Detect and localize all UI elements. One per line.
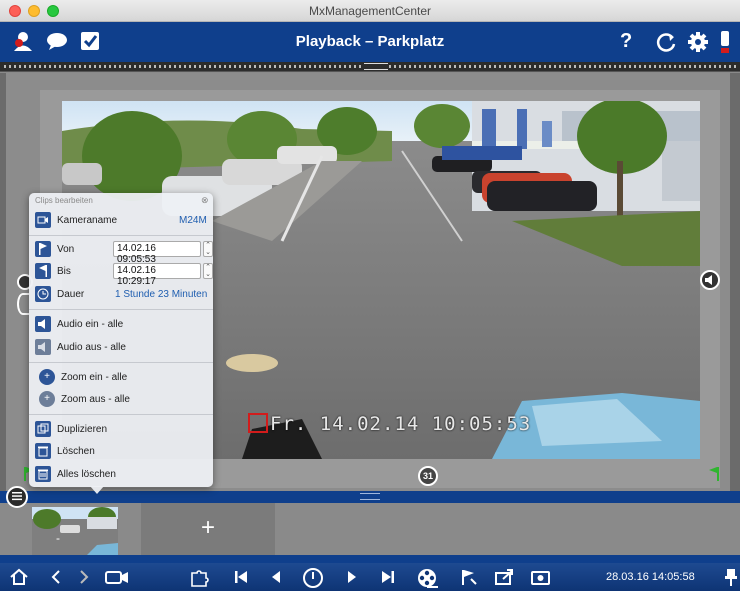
clock-icon xyxy=(35,286,51,302)
right-scrollbar[interactable] xyxy=(730,73,740,491)
divider xyxy=(29,362,213,363)
skip-end-icon[interactable] xyxy=(377,567,399,591)
panel-pointer xyxy=(90,486,104,494)
end-time-label: Bis xyxy=(57,266,71,277)
toolbar-divider xyxy=(0,555,740,563)
duplicate-label: Duplizieren xyxy=(57,424,108,435)
divider xyxy=(29,309,213,310)
start-time-input[interactable]: 14.02.16 09:05:53 xyxy=(113,241,201,265)
left-edge xyxy=(0,73,6,491)
zoom-out-label: Zoom aus - alle xyxy=(61,394,130,405)
alert-icon[interactable] xyxy=(718,30,732,59)
camera-name-label: Kameraname xyxy=(57,215,118,226)
timeline-divider[interactable] xyxy=(0,491,740,503)
thumbnail-label: - xyxy=(56,531,60,545)
zoom-in-label: Zoom ein - alle xyxy=(61,372,128,383)
back-icon[interactable] xyxy=(46,567,68,591)
duration-label: Dauer xyxy=(57,289,85,300)
camera-icon xyxy=(35,212,51,228)
add-clip-button[interactable]: + xyxy=(141,503,275,555)
puzzle-icon[interactable] xyxy=(189,567,211,591)
audio-off-label: Audio aus - alle xyxy=(57,342,126,353)
camera-icon[interactable] xyxy=(104,567,130,591)
film-reel-icon[interactable] xyxy=(416,567,440,591)
step-back-icon[interactable] xyxy=(265,567,287,591)
snapshot-icon[interactable] xyxy=(530,567,552,591)
zoom-in-all-button[interactable]: + Zoom ein - alle xyxy=(39,369,211,387)
recording-indicator xyxy=(248,413,268,433)
duration-row: Dauer 1 Stunde 23 Minuten xyxy=(35,286,211,304)
start-time-stepper[interactable]: ⌃ ⌄ xyxy=(203,241,213,257)
home-icon[interactable] xyxy=(8,567,30,591)
step-forward-icon[interactable] xyxy=(341,567,363,591)
skip-start-icon[interactable] xyxy=(230,567,252,591)
clip-thumbnail[interactable]: - xyxy=(32,507,118,555)
current-time: 28.03.16 14:05:58 xyxy=(606,571,695,583)
app-header: Playback – Parkplatz ? xyxy=(0,22,740,62)
zoom-in-icon: + xyxy=(39,369,55,385)
end-time-stepper[interactable]: ⌃ ⌄ xyxy=(203,263,213,279)
flag-icon[interactable] xyxy=(458,567,480,591)
left-panel-handle[interactable] xyxy=(17,293,29,315)
window-titlebar: MxManagementCenter xyxy=(0,0,740,22)
duplicate-icon xyxy=(35,421,51,437)
speaker-off-icon xyxy=(35,339,51,355)
divider xyxy=(29,414,213,415)
zoom-out-icon: + xyxy=(39,391,55,407)
end-marker-flag-icon[interactable] xyxy=(709,467,719,481)
trash-all-icon xyxy=(35,466,51,482)
end-flag-icon xyxy=(35,263,51,279)
audio-off-all-button[interactable]: Audio aus - alle xyxy=(35,339,211,357)
panel-title: Clips bearbeiten xyxy=(35,196,93,205)
settings-icon[interactable] xyxy=(687,31,709,58)
clip-menu-button[interactable] xyxy=(6,486,28,508)
timeline-grip[interactable] xyxy=(360,493,380,500)
app-window: MxManagementCenter Playback – Parkplatz … xyxy=(0,0,740,591)
speaker-icon[interactable] xyxy=(700,270,720,290)
end-time-row: Bis 14.02.16 10:29:17 ⌃ ⌄ xyxy=(35,263,213,287)
duration-value: 1 Stunde 23 Minuten xyxy=(115,289,208,300)
camera-name-value: M24M xyxy=(179,215,207,226)
pin-icon[interactable] xyxy=(720,567,740,591)
camera-name-row: Kameraname M24M xyxy=(35,212,211,230)
divider xyxy=(29,235,213,236)
end-time-input[interactable]: 14.02.16 10:29:17 xyxy=(113,263,201,287)
ruler-grip[interactable] xyxy=(364,63,388,70)
forward-icon[interactable] xyxy=(72,567,94,591)
audio-on-label: Audio ein - alle xyxy=(57,319,124,330)
export-icon[interactable] xyxy=(494,567,516,591)
trash-icon xyxy=(35,443,51,459)
play-pause-icon[interactable] xyxy=(301,567,325,591)
speaker-on-icon xyxy=(35,316,51,332)
window-title: MxManagementCenter xyxy=(308,4,432,18)
refresh-icon[interactable] xyxy=(655,31,677,58)
close-icon[interactable]: ⊗ xyxy=(201,195,209,206)
bottom-toolbar: 28.03.16 14:05:58 xyxy=(0,563,740,591)
video-timestamp-overlay: Fr. 14.02.14 10:05:53 xyxy=(270,413,532,435)
audio-on-all-button[interactable]: Audio ein - alle xyxy=(35,316,211,334)
start-flag-icon xyxy=(35,241,51,257)
zoom-out-all-button[interactable]: + Zoom aus - alle xyxy=(39,391,211,409)
calendar-icon[interactable]: 31 xyxy=(418,466,438,486)
help-icon[interactable]: ? xyxy=(620,30,632,52)
delete-all-label: Alles löschen xyxy=(57,469,116,480)
clip-edit-panel: Clips bearbeiten ⊗ Kameraname M24M Von 1… xyxy=(29,193,213,487)
top-timeline-ruler[interactable] xyxy=(0,62,740,72)
delete-label: Löschen xyxy=(57,446,95,457)
delete-all-button[interactable]: Alles löschen xyxy=(35,466,211,484)
start-time-row: Von 14.02.16 09:05:53 ⌃ ⌄ xyxy=(35,241,213,265)
duplicate-button[interactable]: Duplizieren xyxy=(35,421,211,439)
delete-button[interactable]: Löschen xyxy=(35,443,211,461)
start-time-label: Von xyxy=(57,244,75,255)
